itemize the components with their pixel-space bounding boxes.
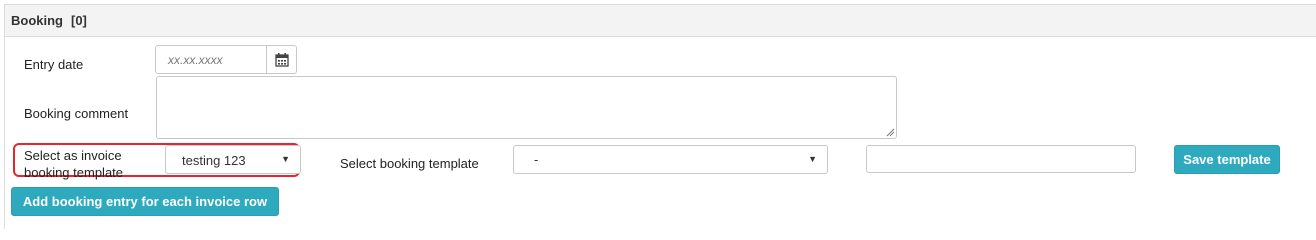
entry-date-label: Entry date [24,57,84,72]
panel-title: Booking [11,13,63,28]
entry-date-input[interactable]: xx.xx.xxxx [155,45,267,74]
invoice-template-select[interactable]: testing 123 ▼ [165,145,301,174]
panel-header: Booking [0] [5,5,1316,37]
add-booking-entry-button[interactable]: Add booking entry for each invoice row [11,187,279,216]
template-name-input[interactable] [866,145,1136,173]
booking-comment-textarea[interactable] [156,76,897,139]
resize-grip-icon[interactable] [886,128,895,137]
booking-template-value: - [534,152,539,167]
booking-template-label: Select booking template [340,156,479,171]
calendar-button[interactable] [266,45,297,74]
calendar-icon [275,53,289,67]
invoice-template-label-line1: Select as invoice [24,148,122,163]
save-template-button[interactable]: Save template [1174,145,1280,174]
chevron-down-icon: ▼ [808,154,817,164]
booking-template-select[interactable]: - ▼ [513,145,828,174]
invoice-template-label-line2: booking template [24,165,124,180]
booking-count: [0] [71,13,87,28]
booking-comment-label: Booking comment [24,106,129,121]
chevron-down-icon: ▼ [281,154,290,164]
invoice-template-value: testing 123 [182,153,246,168]
entry-date-placeholder: xx.xx.xxxx [168,53,223,67]
